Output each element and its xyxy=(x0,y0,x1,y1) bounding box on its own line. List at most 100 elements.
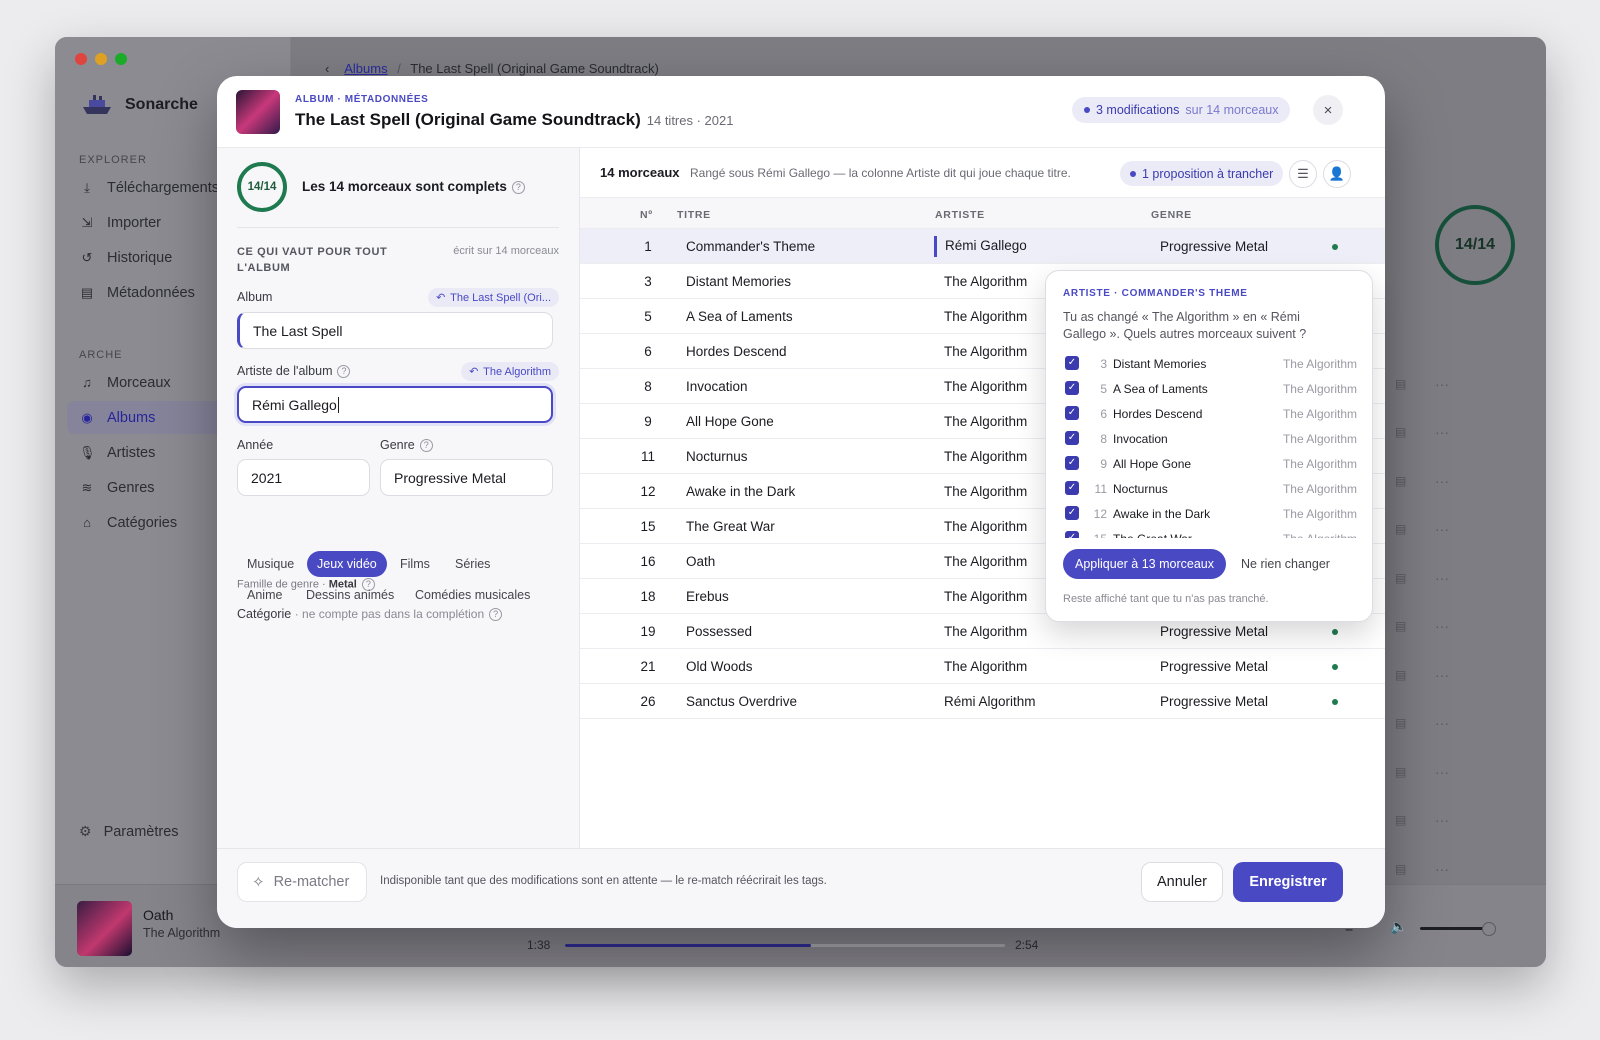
year-input[interactable]: 2021 xyxy=(237,459,370,496)
category-chip[interactable]: Jeux vidéo xyxy=(307,551,387,577)
checkbox[interactable]: ✓ xyxy=(1065,406,1079,420)
more-icon[interactable]: ··· xyxy=(1435,570,1449,586)
popover-track-item[interactable]: ✓ 3 Distant Memories The Algorithm xyxy=(1063,353,1359,375)
track-artist[interactable]: Rémi Algorithm xyxy=(944,694,1036,709)
album-artist-input[interactable]: Rémi Gallego xyxy=(237,386,553,423)
track-artist[interactable]: The Algorithm xyxy=(944,379,1027,394)
save-button[interactable]: Enregistrer xyxy=(1233,862,1343,902)
track-artist[interactable]: Rémi Gallego xyxy=(934,236,1027,257)
checkbox[interactable]: ✓ xyxy=(1065,531,1079,538)
popover-track-item[interactable]: ✓ 15 The Great War The Algorithm xyxy=(1063,528,1359,538)
checkbox[interactable]: ✓ xyxy=(1065,481,1079,495)
genre-input[interactable]: Progressive Metal xyxy=(380,459,553,496)
doc-icon[interactable]: ▤ xyxy=(1395,862,1435,876)
zoom-window-button[interactable] xyxy=(115,53,127,65)
table-row[interactable]: 21 Old Woods The Algorithm Progressive Meta… xyxy=(580,649,1385,684)
artist-revert-button[interactable]: The Algorithm xyxy=(461,362,559,381)
track-artist[interactable]: The Algorithm xyxy=(944,659,1027,674)
close-window-button[interactable] xyxy=(75,53,87,65)
more-icon[interactable]: ··· xyxy=(1435,715,1449,731)
doc-icon[interactable]: ▤ xyxy=(1395,619,1435,633)
doc-icon[interactable]: ▤ xyxy=(1395,716,1435,730)
table-row[interactable]: 1 Commander's Theme Rémi Gallego Progressiv… xyxy=(580,229,1385,264)
no-change-button[interactable]: Ne rien changer xyxy=(1241,557,1330,571)
column-artist[interactable]: ARTISTE xyxy=(935,209,985,221)
track-artist[interactable]: The Algorithm xyxy=(944,344,1027,359)
track-artist[interactable]: The Algorithm xyxy=(944,309,1027,324)
track-artist[interactable]: The Algorithm xyxy=(944,274,1027,289)
doc-icon[interactable]: ▤ xyxy=(1395,474,1435,488)
column-genre[interactable]: GENRE xyxy=(1151,209,1192,221)
track-artist[interactable]: The Algorithm xyxy=(944,519,1027,534)
help-icon[interactable]: ? xyxy=(511,180,525,194)
track-artist[interactable]: The Algorithm xyxy=(944,589,1027,604)
doc-icon[interactable]: ▤ xyxy=(1395,522,1435,536)
help-icon[interactable]: ? xyxy=(419,439,433,453)
doc-icon[interactable]: ▤ xyxy=(1395,377,1435,391)
more-icon[interactable]: ··· xyxy=(1435,764,1449,780)
table-row[interactable]: 26 Sanctus Overdrive Rémi Algorithm Progres… xyxy=(580,684,1385,719)
doc-icon[interactable]: ▤ xyxy=(1395,571,1435,585)
cancel-button[interactable]: Annuler xyxy=(1141,862,1223,902)
artist-view-button[interactable]: 👤 xyxy=(1323,160,1351,188)
more-icon[interactable]: ··· xyxy=(1435,618,1449,634)
track-genre[interactable]: Progressive Metal xyxy=(1160,659,1268,674)
minimize-window-button[interactable] xyxy=(95,53,107,65)
popover-track-item[interactable]: ✓ 11 Nocturnus The Algorithm xyxy=(1063,478,1359,500)
popover-track-list[interactable]: ✓ 3 Distant Memories The Algorithm ✓ 5 A Sea o… xyxy=(1063,353,1359,538)
track-artist[interactable]: The Algorithm xyxy=(944,414,1027,429)
popover-track-item[interactable]: ✓ 12 Awake in the Dark The Algorithm xyxy=(1063,503,1359,525)
volume-icon[interactable]: 🔈 xyxy=(1390,918,1407,935)
back-chevron-icon[interactable]: ‹ xyxy=(325,61,329,76)
breadcrumb-current: The Last Spell (Original Game Soundtrack… xyxy=(410,61,659,76)
checkbox[interactable]: ✓ xyxy=(1065,381,1079,395)
popover-track-item[interactable]: ✓ 6 Hordes Descend The Algorithm xyxy=(1063,403,1359,425)
album-revert-button[interactable]: The Last Spell (Ori... xyxy=(428,288,559,307)
category-chip[interactable]: Dessins animés xyxy=(296,582,404,608)
popover-track-item[interactable]: ✓ 5 A Sea of Laments The Algorithm xyxy=(1063,378,1359,400)
proposal-badge[interactable]: 1 proposition à trancher xyxy=(1120,161,1284,186)
category-chip[interactable]: Films xyxy=(390,551,440,577)
apply-button[interactable]: Appliquer à 13 morceaux xyxy=(1063,549,1226,579)
track-artist[interactable]: The Algorithm xyxy=(944,484,1027,499)
track-artist[interactable]: The Algorithm xyxy=(944,449,1027,464)
checkbox[interactable]: ✓ xyxy=(1065,431,1079,445)
modifications-badge[interactable]: 3 modifications sur 14 morceaux xyxy=(1072,97,1291,123)
more-icon[interactable]: ··· xyxy=(1435,521,1449,537)
completion-label: Les 14 morceaux sont complets xyxy=(302,179,507,194)
list-view-button[interactable]: ☰ xyxy=(1289,160,1317,188)
more-icon[interactable]: ··· xyxy=(1435,667,1449,683)
volume-slider[interactable] xyxy=(1420,922,1496,936)
doc-icon[interactable]: ▤ xyxy=(1395,813,1435,827)
more-icon[interactable]: ··· xyxy=(1435,473,1449,489)
track-artist[interactable]: The Algorithm xyxy=(944,624,1027,639)
column-title[interactable]: TITRE xyxy=(677,209,711,221)
popover-track-item[interactable]: ✓ 8 Invocation The Algorithm xyxy=(1063,428,1359,450)
track-artist[interactable]: The Algorithm xyxy=(944,554,1027,569)
category-chip[interactable]: Anime xyxy=(237,582,292,608)
more-icon[interactable]: ··· xyxy=(1435,812,1449,828)
doc-icon[interactable]: ▤ xyxy=(1395,425,1435,439)
category-chip[interactable]: Musique xyxy=(237,551,304,577)
category-chip[interactable]: Séries xyxy=(445,551,500,577)
checkbox[interactable]: ✓ xyxy=(1065,456,1079,470)
more-icon[interactable]: ··· xyxy=(1435,376,1449,392)
more-icon[interactable]: ··· xyxy=(1435,861,1449,877)
popover-track-item[interactable]: ✓ 9 All Hope Gone The Algorithm xyxy=(1063,453,1359,475)
checkbox[interactable]: ✓ xyxy=(1065,356,1079,370)
close-modal-button[interactable]: × xyxy=(1313,95,1343,125)
progress-bar[interactable] xyxy=(565,944,1005,947)
album-input[interactable]: The Last Spell xyxy=(237,312,553,349)
more-icon[interactable]: ··· xyxy=(1435,424,1449,440)
doc-icon[interactable]: ▤ xyxy=(1395,765,1435,779)
help-icon[interactable]: ? xyxy=(337,365,351,379)
doc-icon[interactable]: ▤ xyxy=(1395,668,1435,682)
track-genre[interactable]: Progressive Metal xyxy=(1160,694,1268,709)
track-genre[interactable]: Progressive Metal xyxy=(1160,624,1268,639)
breadcrumb-link-albums[interactable]: Albums xyxy=(344,61,387,76)
category-chip[interactable]: Comédies musicales xyxy=(405,582,540,608)
track-genre[interactable]: Progressive Metal xyxy=(1160,239,1268,254)
checkbox[interactable]: ✓ xyxy=(1065,506,1079,520)
rematch-button[interactable]: ✧ Re-matcher xyxy=(237,862,367,902)
help-icon[interactable]: ? xyxy=(489,608,503,622)
